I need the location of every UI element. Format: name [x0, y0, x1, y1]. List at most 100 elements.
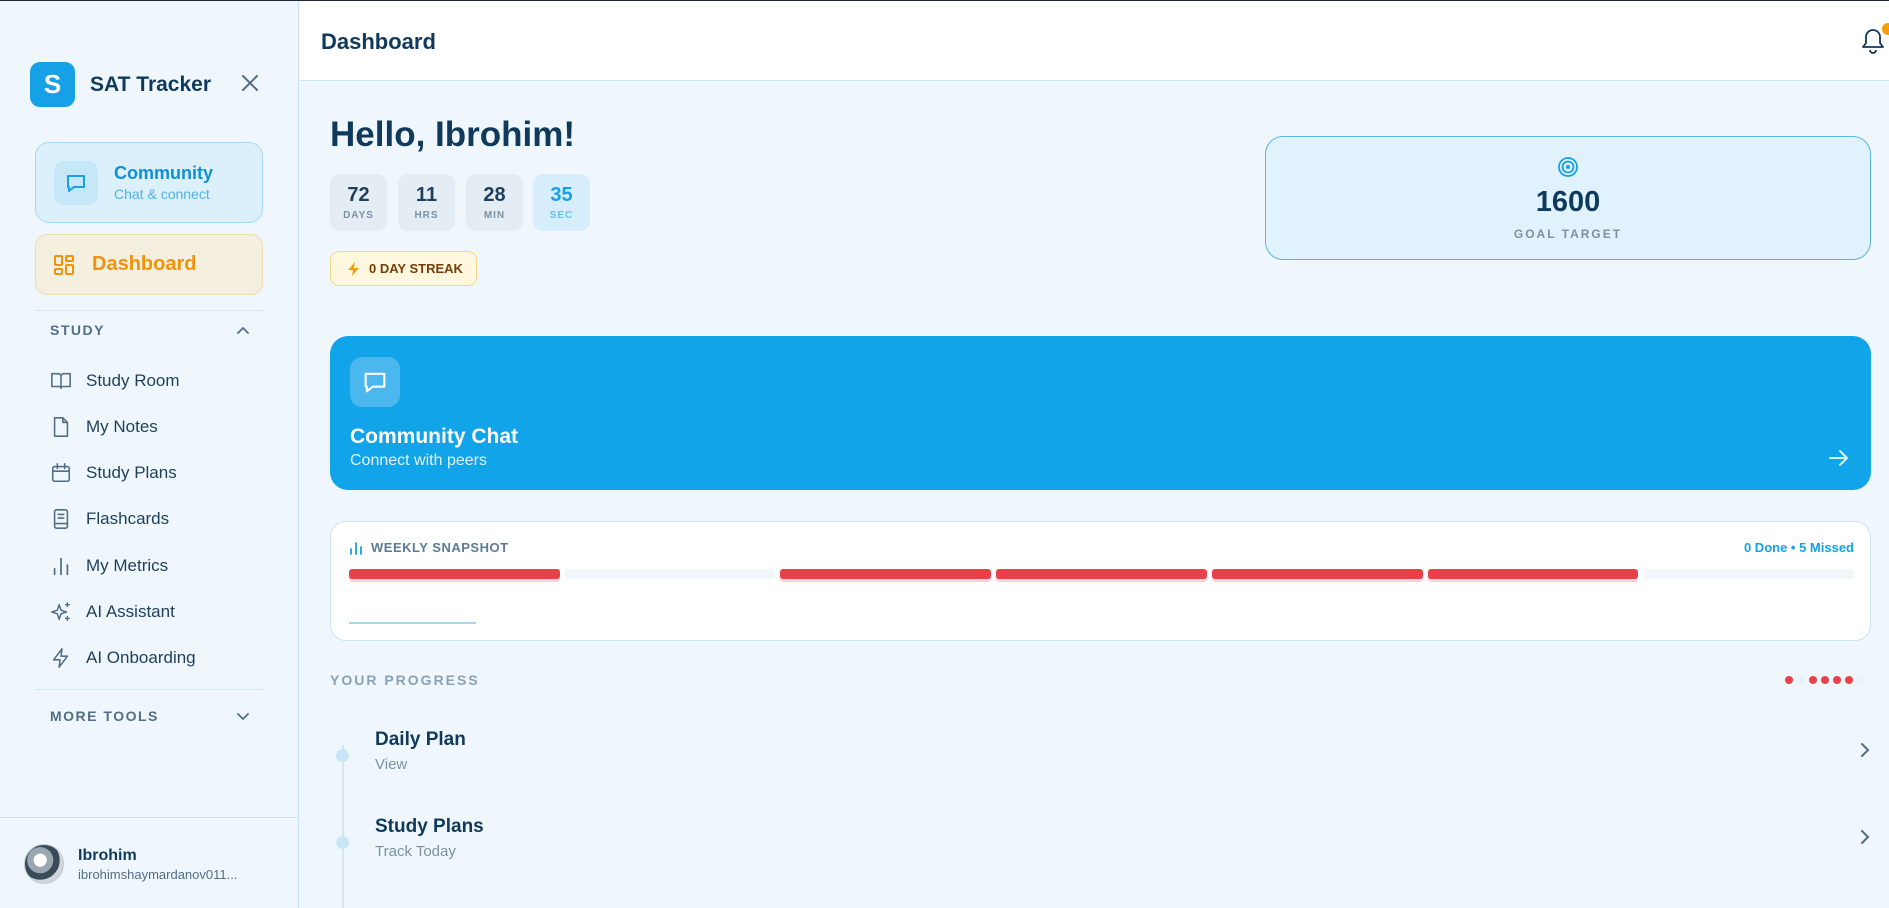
- notebook-icon: [53, 509, 69, 529]
- countdown-minutes: 28 MIN: [466, 174, 523, 231]
- community-title: Community: [114, 163, 213, 183]
- bar-chart-icon: [350, 541, 362, 555]
- chat-bubble-icon: [350, 357, 400, 407]
- progress-dots: [1785, 676, 1875, 686]
- sidebar-item-label: My Notes: [86, 417, 158, 436]
- progress-dot-missed: [1845, 676, 1853, 684]
- progress-dot-empty: [1857, 676, 1865, 684]
- sidebar-item-label: AI Assistant: [86, 602, 175, 621]
- sidebar-item-study-room[interactable]: Study Room: [50, 366, 180, 396]
- progress-item-subtitle: View: [375, 756, 408, 773]
- countdown-value: 72: [347, 184, 370, 206]
- day-bar-missed: [996, 569, 1207, 579]
- progress-item-subtitle: Track Today: [375, 843, 456, 860]
- community-subtitle: Chat & connect: [114, 186, 210, 202]
- streak-badge: 0 DAY STREAK: [330, 251, 477, 286]
- countdown-label: HRS: [414, 210, 439, 221]
- dashboard-grid-icon: [54, 254, 74, 275]
- sidebar-item-ai-assistant[interactable]: AI Assistant: [50, 597, 175, 627]
- brand[interactable]: S SAT Tracker: [30, 62, 211, 107]
- sidebar-item-label: My Metrics: [86, 556, 169, 575]
- countdown-label: SEC: [549, 210, 574, 221]
- goal-target-card: 1600 GOAL TARGET: [1265, 136, 1871, 260]
- lightning-icon: [348, 261, 359, 276]
- snapshot-underline: [349, 622, 476, 624]
- sidebar-item-label: Dashboard: [92, 253, 197, 275]
- countdown-seconds: 35 SEC: [533, 174, 590, 231]
- book-open-icon: [51, 372, 71, 390]
- sidebar-item-label: AI Onboarding: [86, 648, 196, 667]
- lightning-icon: [52, 648, 69, 668]
- chat-banner-subtitle: Connect with peers: [350, 452, 487, 469]
- streak-label: 0 DAY STREAK: [369, 261, 463, 276]
- sidebar-item-my-metrics[interactable]: My Metrics: [50, 551, 168, 581]
- chevron-right-icon: [1861, 743, 1870, 757]
- progress-item-daily-plan[interactable]: Daily Plan View: [330, 729, 1871, 789]
- progress-dot-missed: [1833, 676, 1841, 684]
- snapshot-status: 0 Done • 5 Missed: [1743, 540, 1854, 555]
- day-bar-empty: [1643, 569, 1854, 579]
- sidebar-item-study-plans[interactable]: Study Plans: [50, 458, 177, 488]
- top-header: Dashboard: [300, 1, 1889, 81]
- snapshot-title: WEEKLY SNAPSHOT: [371, 540, 509, 555]
- chat-banner-title: Community Chat: [350, 425, 518, 448]
- weekly-snapshot-card: WEEKLY SNAPSHOT 0 Done • 5 Missed: [330, 521, 1871, 641]
- countdown-value: 11: [415, 184, 438, 206]
- countdown-value: 28: [483, 184, 506, 206]
- community-nav-card[interactable]: Community Chat & connect: [35, 142, 263, 223]
- community-chat-banner[interactable]: Community Chat Connect with peers: [330, 336, 1871, 490]
- day-bar-missed: [780, 569, 992, 579]
- avatar: [24, 844, 64, 884]
- countdown-hours: 11 HRS: [398, 174, 455, 231]
- day-bar-missed: [1211, 569, 1423, 579]
- brand-logo: S: [30, 62, 75, 107]
- sidebar-item-my-notes[interactable]: My Notes: [50, 412, 158, 442]
- bar-chart-icon: [53, 557, 69, 576]
- goal-label: GOAL TARGET: [1513, 226, 1623, 241]
- progress-dot-missed: [1821, 676, 1829, 684]
- brand-name: SAT Tracker: [90, 72, 212, 96]
- calendar-icon: [51, 463, 71, 483]
- chat-bubble-icon: [54, 160, 98, 205]
- study-section-toggle[interactable]: STUDY: [50, 322, 250, 338]
- goal-value: 1600: [1535, 185, 1601, 218]
- close-sidebar-button[interactable]: [238, 71, 262, 95]
- progress-section-title: YOUR PROGRESS: [330, 672, 480, 688]
- sidebar-item-flashcards[interactable]: Flashcards: [50, 504, 169, 534]
- more-tools-section-toggle[interactable]: MORE TOOLS: [50, 708, 250, 724]
- timeline-dot: [336, 749, 349, 762]
- user-name: Ibrohim: [78, 846, 137, 864]
- progress-dot-missed: [1809, 676, 1817, 684]
- progress-dot-empty: [1797, 676, 1805, 684]
- sparkles-icon: [51, 602, 70, 621]
- sidebar-item-dashboard[interactable]: Dashboard: [35, 234, 263, 295]
- progress-dot-missed: [1785, 676, 1793, 684]
- sidebar-item-label: Flashcards: [86, 509, 170, 528]
- countdown-label: DAYS: [343, 210, 374, 221]
- notification-badge: [1882, 23, 1889, 35]
- greeting: Hello, Ibrohim!: [330, 115, 575, 154]
- section-title: MORE TOOLS: [50, 708, 159, 724]
- progress-item-title: Study Plans: [375, 816, 484, 837]
- weekly-day-bars: [349, 569, 1854, 585]
- section-title: STUDY: [50, 322, 105, 338]
- close-icon: [242, 75, 258, 91]
- chevron-down-icon: [237, 713, 249, 721]
- sidebar-item-ai-onboarding[interactable]: AI Onboarding: [50, 643, 196, 673]
- arrow-right-icon: [1829, 450, 1848, 466]
- countdown-label: MIN: [483, 210, 506, 221]
- divider: [35, 310, 263, 311]
- day-bar-missed: [349, 569, 560, 579]
- divider: [0, 817, 299, 818]
- divider: [35, 689, 263, 690]
- timeline-dot: [336, 836, 349, 849]
- sidebar: S SAT Tracker Community Chat & connect D…: [0, 1, 299, 908]
- page-title: Dashboard: [321, 29, 436, 54]
- progress-item-study-plans[interactable]: Study Plans Track Today: [330, 816, 1871, 876]
- user-email: ibrohimshaymardanov011...: [78, 866, 238, 882]
- chevron-up-icon: [237, 326, 249, 334]
- day-bar-empty: [564, 569, 776, 579]
- countdown-value: 35: [550, 184, 573, 206]
- sidebar-item-label: Study Plans: [86, 463, 177, 482]
- user-profile[interactable]: Ibrohim ibrohimshaymardanov011...: [24, 844, 237, 884]
